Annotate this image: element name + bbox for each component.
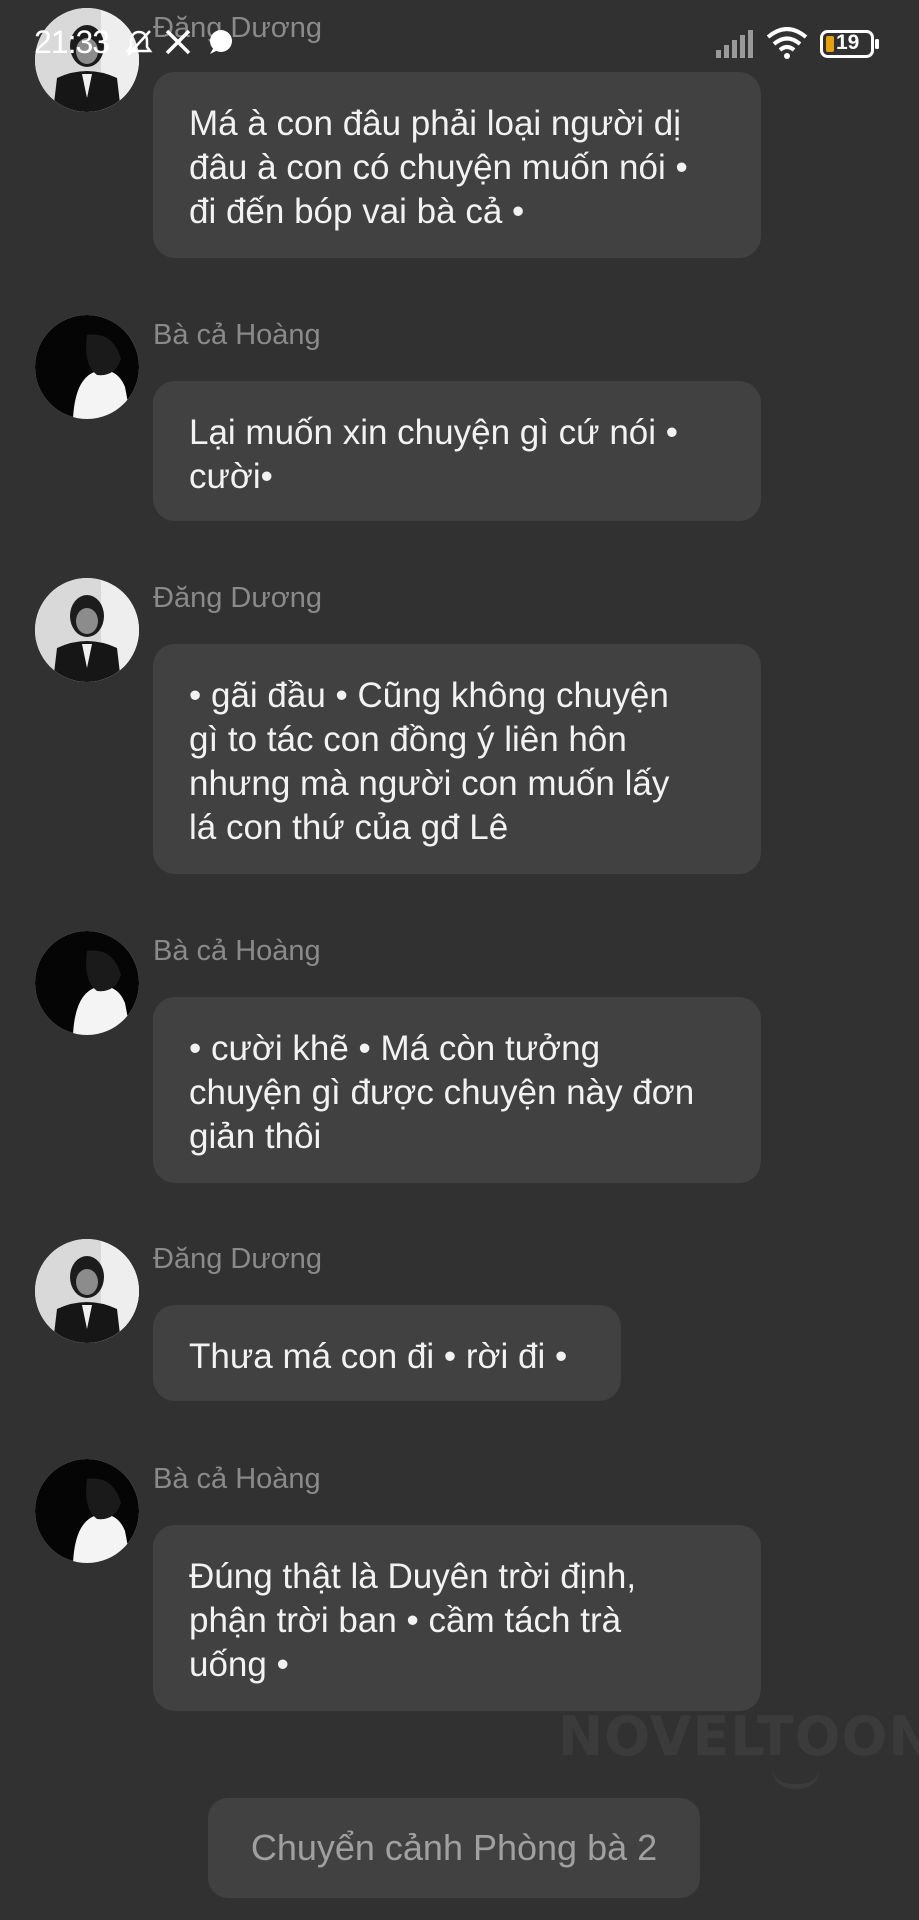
message-line: lá con thứ của gđ Lê [189, 808, 509, 847]
message-line: • gãi đầu • Cũng không chuyện [189, 676, 669, 715]
message-line: Má à con đâu phải loại người dị [189, 104, 681, 143]
wifi-icon [766, 27, 808, 64]
message-bubble[interactable]: Thưa má con đi • rời đi • [153, 1305, 621, 1401]
avatar-ba-ca-hoang[interactable] [35, 1459, 139, 1563]
message-line: • cười khẽ • Má còn tưởng [189, 1029, 601, 1068]
message-line: chuyện gì được chuyện này đơn [189, 1073, 695, 1112]
message-bubble[interactable]: • cười khẽ • Má còn tưởng chuyện gì được… [153, 997, 761, 1183]
sender-name: Đăng Dương [153, 1243, 323, 1275]
avatar-dang-duong[interactable] [35, 1239, 139, 1343]
scene-change-button[interactable]: Chuyển cảnh Phòng bà 2 [208, 1798, 700, 1898]
message-bubble[interactable]: Đúng thật là Duyên trời định, phận trời … [153, 1525, 761, 1711]
message-bubble[interactable]: Má à con đâu phải loại người dị đâu à co… [153, 72, 761, 258]
sender-name: Bà cả Hoàng [153, 935, 321, 967]
sender-name: Đăng Dương [153, 582, 323, 614]
message-line: giản thôi [189, 1117, 322, 1156]
battery-level: 19 [836, 31, 860, 54]
avatar-ba-ca-hoang[interactable] [35, 931, 139, 1035]
message-line: Thưa má con đi • rời đi • [189, 1337, 568, 1376]
message-bubble[interactable]: Lại muốn xin chuyện gì cứ nói • cười• [153, 381, 761, 521]
message-line: đi đến bóp vai bà cả • [189, 192, 525, 231]
message-bubble[interactable]: • gãi đầu • Cũng không chuyện gì to tác … [153, 644, 761, 874]
signal-icon [716, 30, 756, 63]
message-line: Đúng thật là Duyên trời định, [189, 1557, 637, 1596]
message-line: đâu à con có chuyện muốn nói • [189, 148, 688, 187]
message-line: cười• [189, 457, 273, 496]
watermark-smile-icon [772, 1768, 820, 1789]
message-line: gì to tác con đồng ý liên hôn [189, 720, 627, 759]
sender-name: Bà cả Hoàng [153, 319, 321, 351]
noveltoon-watermark: NOVELTOON [558, 1705, 919, 1768]
avatar-dang-duong[interactable] [35, 578, 139, 682]
message-line: phận trời ban • cầm tách trà [189, 1601, 622, 1640]
status-bar: 21:33 19 [0, 0, 919, 92]
message-line: nhưng mà người con muốn lấy [189, 764, 670, 803]
status-time: 21:33 [34, 24, 110, 60]
mute-bell-icon [124, 28, 154, 63]
chat-bubble-icon [206, 28, 234, 61]
x-logo-icon [164, 28, 192, 61]
sender-name: Bà cả Hoàng [153, 1463, 321, 1495]
avatar-ba-ca-hoang[interactable] [35, 315, 139, 419]
message-line: Lại muốn xin chuyện gì cứ nói • [189, 413, 679, 452]
message-line: uống • [189, 1645, 289, 1684]
